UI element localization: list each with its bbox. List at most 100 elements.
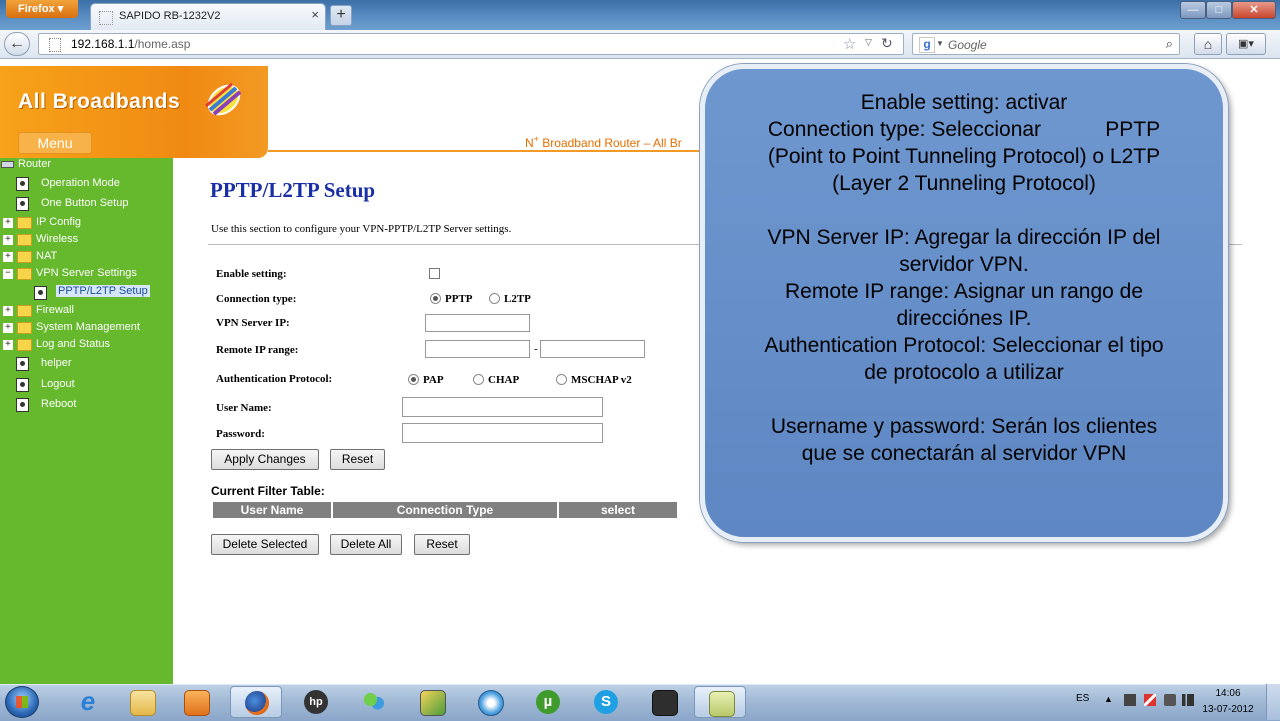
signal-icon[interactable] bbox=[1182, 694, 1194, 706]
pptp-option-label: PPTP bbox=[445, 293, 473, 305]
folder-icon bbox=[17, 217, 32, 229]
clock-date[interactable]: 13-07-2012 bbox=[1200, 704, 1256, 715]
l2tp-radio[interactable] bbox=[489, 293, 500, 304]
maximize-button[interactable]: □ bbox=[1206, 1, 1232, 19]
sidebar-item-log-and-status[interactable]: Log and Status bbox=[36, 338, 110, 350]
taskbar-utorrent[interactable]: µ bbox=[522, 686, 574, 718]
chap-radio[interactable] bbox=[473, 374, 484, 385]
history-dropdown-icon[interactable]: ▽ bbox=[865, 37, 872, 48]
column-header-user-name: User Name bbox=[213, 502, 331, 518]
close-window-button[interactable]: ✕ bbox=[1232, 1, 1276, 19]
show-hidden-icons-icon[interactable]: ▲ bbox=[1104, 694, 1113, 704]
search-placeholder: Google bbox=[948, 38, 987, 52]
volume-icon[interactable] bbox=[1164, 694, 1176, 706]
username-input[interactable] bbox=[402, 397, 603, 417]
browser-tab[interactable]: SAPIDO RB-1232V2 × bbox=[90, 3, 326, 30]
taskbar-mail-app[interactable] bbox=[406, 686, 458, 718]
remote-ip-range-label: Remote IP range: bbox=[216, 344, 299, 356]
expand-icon[interactable]: + bbox=[3, 235, 13, 245]
expand-icon[interactable]: + bbox=[3, 218, 13, 228]
home-button[interactable]: ⌂ bbox=[1194, 33, 1222, 55]
open-folder-icon bbox=[17, 268, 32, 280]
taskbar-internet-explorer[interactable]: e bbox=[62, 686, 114, 718]
taskbar-presentation-app[interactable] bbox=[694, 686, 746, 718]
column-header-connection-type: Connection Type bbox=[333, 502, 557, 518]
sidebar-item-helper[interactable]: helper bbox=[41, 357, 72, 369]
sidebar-item-router[interactable]: Router bbox=[18, 158, 51, 170]
taskbar-video-app[interactable] bbox=[638, 686, 690, 718]
folder-icon bbox=[17, 322, 32, 334]
callout-line: (Layer 2 Tunneling Protocol) bbox=[832, 172, 1096, 195]
callout-line: Connection type: Seleccionar PPTP bbox=[767, 118, 1161, 141]
callout-line: (Point to Point Tunneling Protocol) o L2… bbox=[767, 145, 1161, 168]
pptp-radio[interactable] bbox=[430, 293, 441, 304]
connection-type-label: Connection type: bbox=[216, 293, 297, 305]
router-root-icon bbox=[1, 161, 14, 168]
sidebar-item-reboot[interactable]: Reboot bbox=[41, 398, 76, 410]
minimize-button[interactable]: — bbox=[1180, 1, 1206, 19]
search-bar[interactable]: g ▼ Google ⌕ bbox=[912, 33, 1180, 55]
pap-radio[interactable] bbox=[408, 374, 419, 385]
back-button[interactable]: ← bbox=[4, 32, 30, 56]
new-tab-button[interactable]: + bbox=[330, 5, 352, 26]
delete-all-button[interactable]: Delete All bbox=[330, 534, 402, 555]
expand-icon[interactable]: + bbox=[3, 252, 13, 262]
reload-icon[interactable]: ↻ bbox=[881, 35, 893, 52]
callout-line: que se conectarán al servidor VPN bbox=[801, 442, 1127, 465]
tab-close-icon[interactable]: × bbox=[311, 7, 319, 22]
device-tray-icon[interactable] bbox=[1124, 694, 1136, 706]
reset-form-button[interactable]: Reset bbox=[330, 449, 385, 470]
hp-icon: hp bbox=[304, 690, 328, 714]
google-engine-icon[interactable]: g bbox=[919, 37, 935, 53]
password-input[interactable] bbox=[402, 423, 603, 443]
network-warning-icon[interactable] bbox=[1144, 694, 1156, 706]
remote-ip-start-input[interactable] bbox=[425, 340, 530, 358]
sidebar-item-wireless[interactable]: Wireless bbox=[36, 233, 78, 245]
start-button[interactable] bbox=[5, 686, 39, 718]
camera-icon bbox=[652, 690, 678, 716]
bookmarks-button[interactable]: ▣▾ bbox=[1226, 33, 1266, 55]
chap-option-label: CHAP bbox=[488, 374, 520, 386]
mschap-v2-radio[interactable] bbox=[556, 374, 567, 385]
enable-setting-checkbox[interactable] bbox=[429, 268, 440, 279]
expand-icon[interactable]: + bbox=[3, 340, 13, 350]
sidebar-item-pptp-l2tp-setup[interactable]: PPTP/L2TP Setup bbox=[56, 285, 150, 297]
firefox-menu-button[interactable]: Firefox ▾ bbox=[6, 0, 78, 18]
search-icon[interactable]: ⌕ bbox=[1166, 36, 1173, 52]
apply-changes-button[interactable]: Apply Changes bbox=[211, 449, 319, 470]
show-desktop-button[interactable] bbox=[1266, 684, 1280, 720]
skype-icon: S bbox=[594, 690, 618, 714]
taskbar-hp-app[interactable]: hp bbox=[290, 686, 342, 718]
sidebar-item-logout[interactable]: Logout bbox=[41, 378, 75, 390]
sidebar-item-vpn-server-settings[interactable]: VPN Server Settings bbox=[36, 267, 137, 279]
taskbar-skype[interactable]: S bbox=[580, 686, 632, 718]
url-text[interactable]: 192.168.1.1/home.asp bbox=[71, 37, 190, 51]
language-indicator[interactable]: ES bbox=[1076, 693, 1089, 704]
address-bar[interactable]: 192.168.1.1/home.asp ☆ ▽ ↻ bbox=[38, 33, 904, 55]
page-icon bbox=[16, 357, 29, 371]
sidebar-item-one-button-setup[interactable]: One Button Setup bbox=[41, 197, 128, 209]
engine-dropdown-icon[interactable]: ▼ bbox=[936, 39, 944, 48]
sidebar-item-system-management[interactable]: System Management bbox=[36, 321, 140, 333]
sidebar-item-operation-mode[interactable]: Operation Mode bbox=[41, 177, 120, 189]
reset-table-button[interactable]: Reset bbox=[414, 534, 470, 555]
vpn-server-ip-input[interactable] bbox=[425, 314, 530, 332]
collapse-icon[interactable]: − bbox=[3, 269, 13, 279]
taskbar-media-player[interactable] bbox=[170, 686, 222, 718]
remote-ip-end-input[interactable] bbox=[540, 340, 645, 358]
callout-line: Remote IP range: Asignar un rango de bbox=[784, 280, 1143, 303]
sidebar-item-nat[interactable]: NAT bbox=[36, 250, 57, 262]
taskbar-firefox[interactable] bbox=[230, 686, 282, 718]
sidebar-item-ip-config[interactable]: IP Config bbox=[36, 216, 81, 228]
delete-selected-button[interactable]: Delete Selected bbox=[211, 534, 319, 555]
media-player-icon bbox=[184, 690, 210, 716]
taskbar-safari[interactable] bbox=[464, 686, 516, 718]
bookmark-star-icon[interactable]: ☆ bbox=[843, 35, 856, 53]
taskbar-explorer[interactable] bbox=[116, 686, 168, 718]
sidebar-item-firewall[interactable]: Firewall bbox=[36, 304, 74, 316]
expand-icon[interactable]: + bbox=[3, 306, 13, 316]
expand-icon[interactable]: + bbox=[3, 323, 13, 333]
clock-time[interactable]: 14:06 bbox=[1200, 688, 1256, 699]
menu-button[interactable]: Menu bbox=[18, 132, 92, 154]
taskbar-messenger[interactable] bbox=[348, 686, 400, 718]
